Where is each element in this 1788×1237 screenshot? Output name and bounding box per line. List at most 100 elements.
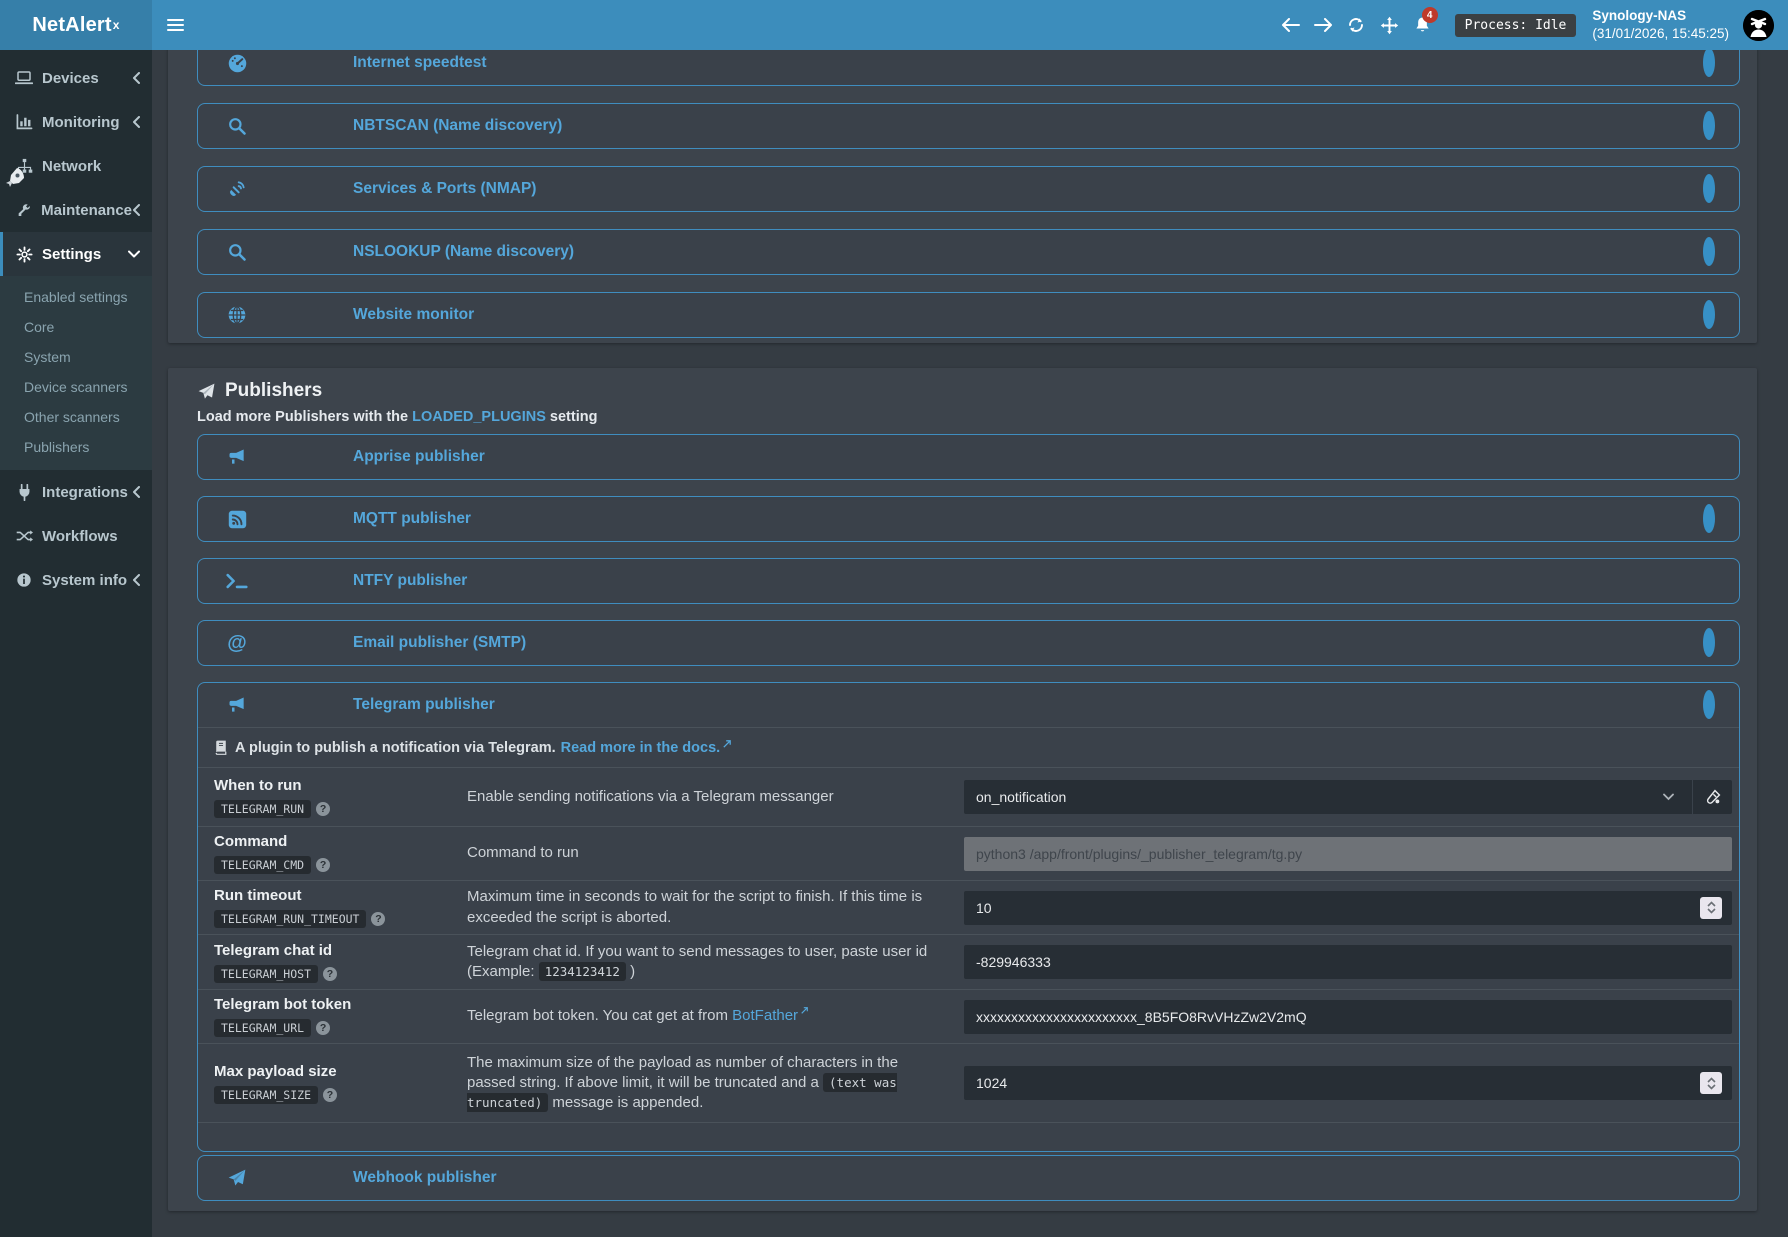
question-icon[interactable]: ? <box>371 912 385 926</box>
panel-header[interactable]: Webhook publisher <box>198 1156 1739 1200</box>
publishers-card: Publishers Load more Publishers with the… <box>168 368 1757 1211</box>
tachometer-icon <box>225 53 249 74</box>
panel-header[interactable]: NSLOOKUP (Name discovery) <box>198 230 1739 274</box>
submenu-item-publishers[interactable]: Publishers <box>0 432 152 462</box>
chevron-left-icon <box>132 486 140 498</box>
book-icon <box>214 740 228 755</box>
sidebar-item-system-info[interactable]: System info <box>0 558 152 602</box>
number-stepper[interactable] <box>1700 1072 1722 1094</box>
toggle-donut-icon[interactable] <box>1703 180 1715 198</box>
command-input <box>964 837 1732 871</box>
setting-description: Maximum time in seconds to wait for the … <box>467 887 964 927</box>
plugin-description-row: A plugin to publish a notification via T… <box>198 727 1739 767</box>
panel-header[interactable]: NTFY publisher <box>198 559 1739 603</box>
panel-header[interactable]: Telegram publisher <box>198 683 1739 727</box>
submenu-item-core[interactable]: Core <box>0 312 152 342</box>
setting-description: The maximum size of the payload as numbe… <box>467 1053 964 1113</box>
sidebar-item-label: Monitoring <box>42 114 119 131</box>
panel-title: Apprise publisher <box>353 448 485 466</box>
panel-header[interactable]: MQTT publisher <box>198 497 1739 541</box>
panel-footer <box>198 1122 1739 1152</box>
rocket-icon[interactable] <box>3 166 27 192</box>
submenu-item-device-scanners[interactable]: Device scanners <box>0 372 152 402</box>
setting-label: Command <box>214 833 467 850</box>
question-icon[interactable]: ? <box>316 1021 330 1035</box>
toggle-donut-icon[interactable] <box>1703 510 1715 528</box>
panel-website-monitor: Website monitor <box>197 292 1740 338</box>
sidebar-item-workflows[interactable]: Workflows <box>0 514 152 558</box>
bullhorn-icon <box>225 447 249 467</box>
when-to-run-select[interactable]: on_notification <box>964 780 1692 814</box>
toggle-filled-icon[interactable] <box>1714 1169 1715 1187</box>
toggle-filled-icon[interactable] <box>1714 572 1715 590</box>
toggle-donut-icon[interactable] <box>1703 117 1715 135</box>
sidebar-item-label: Devices <box>42 70 99 87</box>
bot-token-input[interactable] <box>964 1000 1732 1034</box>
sidebar-item-integrations[interactable]: Integrations <box>0 470 152 514</box>
settings-submenu: Enabled settings Core System Device scan… <box>0 276 152 470</box>
refresh-icon[interactable] <box>1340 0 1373 50</box>
top-navbar: NetAlertx 4 Process: Idle Synology-NAS (… <box>0 0 1788 50</box>
sidebar-item-devices[interactable]: Devices <box>0 56 152 100</box>
gear-icon <box>14 246 34 263</box>
app-logo[interactable]: NetAlertx <box>0 0 152 50</box>
panel-header[interactable]: NBTSCAN (Name discovery) <box>198 104 1739 148</box>
toggle-donut-icon[interactable] <box>1703 54 1715 72</box>
toggle-donut-icon[interactable] <box>1703 634 1715 652</box>
panel-header[interactable]: Services & Ports (NMAP) <box>198 167 1739 211</box>
panel-nslookup: NSLOOKUP (Name discovery) <box>197 229 1740 275</box>
telegram-plane-icon <box>225 1168 249 1188</box>
hamburger-icon[interactable] <box>152 0 198 50</box>
run-timeout-input[interactable] <box>964 891 1732 925</box>
avatar[interactable] <box>1743 10 1774 41</box>
info-icon <box>14 572 34 588</box>
question-icon[interactable]: ? <box>316 802 330 816</box>
sidebar-item-maintenance[interactable]: Maintenance <box>0 188 152 232</box>
setting-description: Command to run <box>467 843 964 863</box>
submenu-item-other-scanners[interactable]: Other scanners <box>0 402 152 432</box>
question-icon[interactable]: ? <box>316 858 330 872</box>
search-icon <box>225 116 249 136</box>
setting-label: When to run <box>214 777 467 794</box>
test-setting-button[interactable] <box>1692 780 1732 814</box>
toggle-filled-icon[interactable] <box>1714 448 1715 466</box>
panel-title: Website monitor <box>353 306 474 324</box>
setting-label: Run timeout <box>214 887 467 904</box>
docs-link[interactable]: Read more in the docs. <box>561 740 721 756</box>
fullscreen-move-icon[interactable] <box>1373 0 1406 50</box>
question-icon[interactable]: ? <box>323 1088 337 1102</box>
setting-env-badge: TELEGRAM_URL <box>214 1019 311 1037</box>
back-arrow-icon[interactable] <box>1274 0 1307 50</box>
sidebar-item-settings[interactable]: Settings <box>0 232 152 276</box>
section-title: Publishers <box>225 380 322 402</box>
toggle-donut-icon[interactable] <box>1703 696 1715 714</box>
setting-env-badge: TELEGRAM_CMD <box>214 856 311 874</box>
max-payload-input[interactable] <box>964 1066 1732 1100</box>
panel-mqtt: MQTT publisher <box>197 496 1740 542</box>
host-info: Synology-NAS (31/01/2026, 15:45:25) <box>1592 7 1729 42</box>
panel-header[interactable]: @ Email publisher (SMTP) <box>198 621 1739 665</box>
setting-description: Telegram chat id. If you want to send me… <box>467 942 964 982</box>
chevron-down-icon <box>128 250 140 258</box>
publishers-subtitle: Load more Publishers with the LOADED_PLU… <box>197 409 1740 425</box>
panel-header[interactable]: Website monitor <box>198 293 1739 337</box>
panel-title: NTFY publisher <box>353 572 467 590</box>
loaded-plugins-link[interactable]: LOADED_PLUGINS <box>412 409 546 425</box>
bell-icon[interactable]: 4 <box>1406 0 1439 50</box>
botfather-link[interactable]: BotFather <box>732 1007 798 1024</box>
chat-id-input[interactable] <box>964 945 1732 979</box>
submenu-item-system[interactable]: System <box>0 342 152 372</box>
sidebar-item-label: Integrations <box>42 484 128 501</box>
panel-header[interactable]: Apprise publisher <box>198 435 1739 479</box>
globe-icon <box>225 305 249 325</box>
chevron-left-icon <box>132 116 140 128</box>
question-icon[interactable]: ? <box>323 967 337 981</box>
submenu-item-enabled-settings[interactable]: Enabled settings <box>0 282 152 312</box>
number-stepper[interactable] <box>1700 897 1722 919</box>
sidebar-item-monitoring[interactable]: Monitoring <box>0 100 152 144</box>
toggle-donut-icon[interactable] <box>1703 243 1715 261</box>
setting-row-command: Command TELEGRAM_CMD? Command to run <box>198 826 1739 880</box>
toggle-donut-icon[interactable] <box>1703 306 1715 324</box>
forward-arrow-icon[interactable] <box>1307 0 1340 50</box>
panel-header[interactable]: Internet speedtest <box>198 50 1739 85</box>
